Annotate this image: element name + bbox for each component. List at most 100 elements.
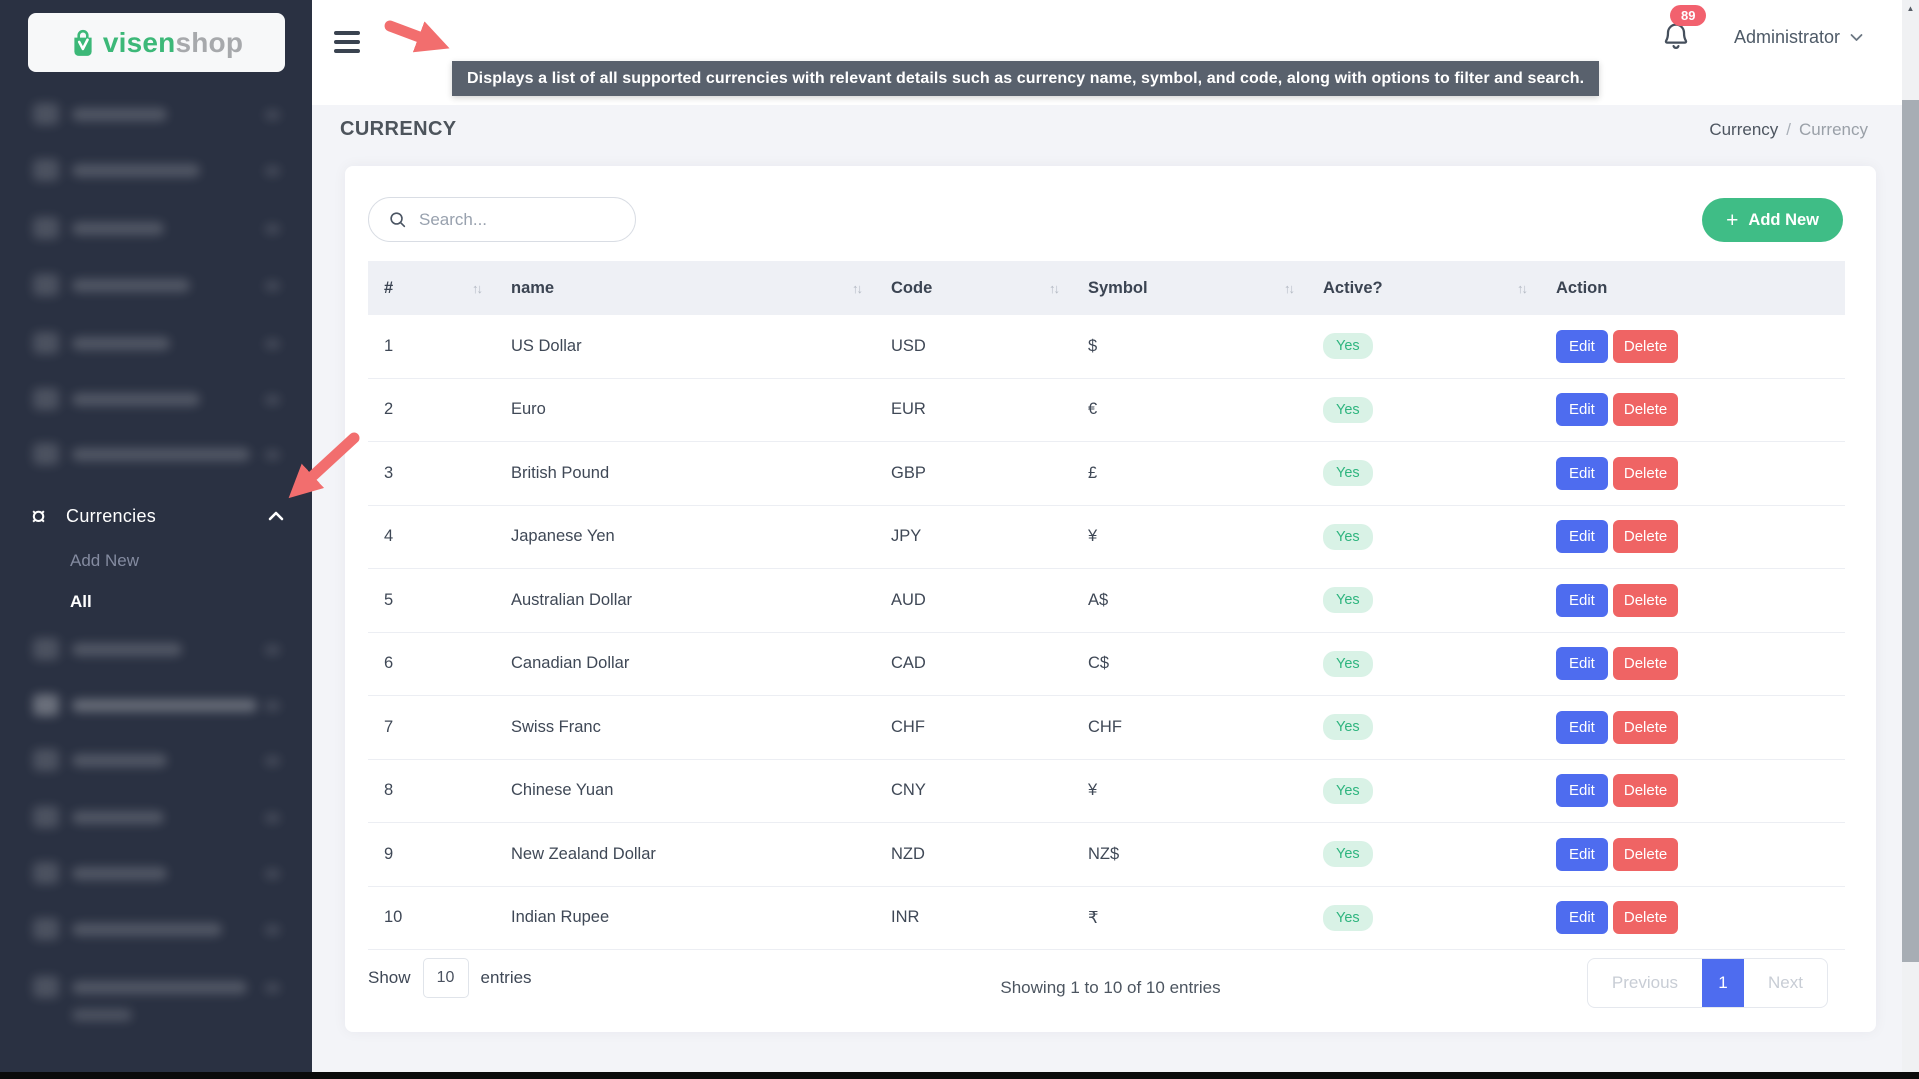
row-number: 8 [368,781,495,800]
edit-button[interactable]: Edit [1556,901,1608,934]
sidebar-subitem-all[interactable]: All [70,592,92,612]
page-title: CURRENCY [340,118,457,141]
sidebar-item-label: Currencies [66,506,156,527]
currency-code-cell: EUR [875,400,1072,419]
delete-button[interactable]: Delete [1613,520,1678,553]
breadcrumb-separator: / [1786,120,1791,139]
currency-symbol-cell: NZ$ [1072,845,1307,864]
add-new-label: Add New [1748,211,1819,230]
pagination-page-1[interactable]: 1 [1702,959,1744,1007]
currency-code-cell: CNY [875,781,1072,800]
currency-symbol-cell: $ [1072,337,1307,356]
chevron-up-icon [268,511,284,521]
currency-name-cell: British Pound [495,464,875,483]
table-row: 10 Indian Rupee INR ₹ Yes Edit Delete [368,887,1845,951]
search-icon [388,210,407,229]
delete-button[interactable]: Delete [1613,774,1678,807]
sidebar-item-currencies[interactable]: ¤ Currencies [0,497,312,535]
sidebar-item-blurred [0,859,312,889]
edit-button[interactable]: Edit [1556,584,1608,617]
table-row: 6 Canadian Dollar CAD C$ Yes Edit Delete [368,633,1845,697]
edit-button[interactable]: Edit [1556,774,1608,807]
breadcrumb-parent[interactable]: Currency [1709,120,1778,139]
main-content: CURRENCY Currency / Currency + Add New #↑↓… [312,105,1902,1079]
delete-button[interactable]: Delete [1613,584,1678,617]
edit-button[interactable]: Edit [1556,330,1608,363]
sidebar-subitem-add-new[interactable]: Add New [70,551,139,571]
delete-button[interactable]: Delete [1613,647,1678,680]
currency-code-cell: JPY [875,527,1072,546]
currency-code-cell: NZD [875,845,1072,864]
edit-button[interactable]: Edit [1556,520,1608,553]
column-header-num[interactable]: #↑↓ [368,279,495,298]
active-badge: Yes [1323,841,1373,867]
menu-toggle-icon[interactable] [334,31,360,53]
edit-button[interactable]: Edit [1556,711,1608,744]
delete-button[interactable]: Delete [1613,711,1678,744]
active-badge: Yes [1323,333,1373,359]
currency-symbol-cell: ¥ [1072,781,1307,800]
sort-icon[interactable]: ↑↓ [472,281,481,296]
row-number: 7 [368,718,495,737]
sort-icon[interactable]: ↑↓ [1517,281,1526,296]
column-header-symbol[interactable]: Symbol↑↓ [1072,279,1307,298]
delete-button[interactable]: Delete [1613,393,1678,426]
notifications-button[interactable]: 89 [1660,19,1694,59]
search-box [368,197,636,242]
user-menu[interactable]: Administrator [1734,27,1863,48]
scrollbar[interactable]: ▲ [1902,0,1919,1079]
active-badge: Yes [1323,778,1373,804]
row-number: 1 [368,337,495,356]
breadcrumb-current: Currency [1799,120,1868,139]
currency-name-cell: US Dollar [495,337,875,356]
active-badge: Yes [1323,651,1373,677]
delete-button[interactable]: Delete [1613,901,1678,934]
currency-name-cell: Swiss Franc [495,718,875,737]
add-new-button[interactable]: + Add New [1702,198,1843,242]
table-row: 9 New Zealand Dollar NZD NZ$ Yes Edit De… [368,823,1845,887]
table-row: 7 Swiss Franc CHF CHF Yes Edit Delete [368,696,1845,760]
currency-code-cell: AUD [875,591,1072,610]
edit-button[interactable]: Edit [1556,647,1608,680]
delete-button[interactable]: Delete [1613,838,1678,871]
sidebar: visenshop ¤ Currencies Add New All [0,0,312,1079]
edit-button[interactable]: Edit [1556,457,1608,490]
shopping-bag-icon [70,29,96,57]
delete-button[interactable]: Delete [1613,330,1678,363]
column-header-active[interactable]: Active?↑↓ [1307,279,1540,298]
table-row: 2 Euro EUR € Yes Edit Delete [368,379,1845,443]
scrollbar-thumb[interactable] [1902,100,1919,962]
currency-code-cell: CHF [875,718,1072,737]
sidebar-item-blurred [0,746,312,776]
column-header-code[interactable]: Code↑↓ [875,279,1072,298]
scrollbar-up-arrow-icon[interactable]: ▲ [1902,0,1919,17]
sort-icon[interactable]: ↑↓ [1049,281,1058,296]
edit-button[interactable]: Edit [1556,838,1608,871]
row-number: 10 [368,908,495,927]
pagination-next[interactable]: Next [1744,959,1827,1007]
currency-symbol-cell: € [1072,400,1307,419]
currency-symbol-cell: CHF [1072,718,1307,737]
row-number: 2 [368,400,495,419]
sort-icon[interactable]: ↑↓ [1284,281,1293,296]
search-input[interactable] [419,210,619,230]
active-badge: Yes [1323,397,1373,423]
row-number: 5 [368,591,495,610]
row-number: 4 [368,527,495,546]
currency-symbol-cell: £ [1072,464,1307,483]
chevron-down-icon [1850,33,1863,42]
edit-button[interactable]: Edit [1556,393,1608,426]
delete-button[interactable]: Delete [1613,457,1678,490]
currency-symbol-cell: A$ [1072,591,1307,610]
window-bottom-edge [0,1072,1919,1079]
sort-icon[interactable]: ↑↓ [852,281,861,296]
column-header-name[interactable]: name↑↓ [495,279,875,298]
brand-logo[interactable]: visenshop [28,13,285,72]
currency-name-cell: New Zealand Dollar [495,845,875,864]
active-badge: Yes [1323,587,1373,613]
currency-symbol-cell: ₹ [1072,908,1307,928]
pagination-previous[interactable]: Previous [1588,959,1702,1007]
app-window: visenshop ¤ Currencies Add New All 89 [0,0,1919,1079]
currency-name-cell: Euro [495,400,875,419]
sidebar-item-blurred [0,385,312,415]
